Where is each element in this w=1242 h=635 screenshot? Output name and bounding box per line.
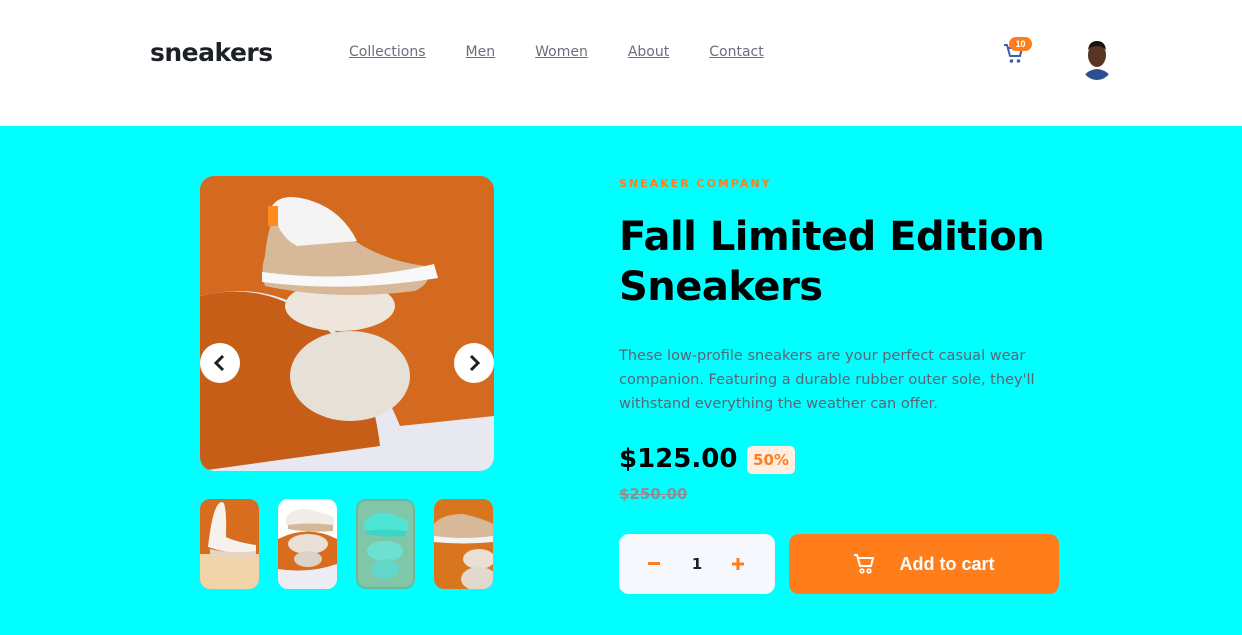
plus-icon: [732, 558, 744, 570]
increase-quantity-button[interactable]: [718, 534, 758, 594]
product-description: These low-profile sneakers are your perf…: [619, 348, 1035, 412]
discount-badge: 50%: [747, 446, 795, 474]
nav-collections[interactable]: Collections: [349, 44, 426, 60]
thumbnail-2[interactable]: [278, 499, 337, 589]
thumbnail-list: [200, 499, 493, 589]
thumbnail-1[interactable]: [200, 499, 259, 589]
main-nav: Collections Men Women About Contact: [349, 44, 764, 60]
minus-icon: [648, 562, 660, 565]
previous-image-button[interactable]: [200, 343, 240, 383]
quantity-value: 1: [691, 555, 703, 573]
logo[interactable]: sneakers: [150, 38, 273, 67]
decrease-quantity-button[interactable]: [634, 534, 674, 594]
product-main-image[interactable]: [200, 176, 494, 471]
avatar[interactable]: [1079, 36, 1115, 80]
cart-count-badge: 10: [1009, 37, 1032, 51]
chevron-left-icon: [213, 355, 225, 371]
chevron-right-icon: [469, 355, 481, 371]
next-image-button[interactable]: [454, 343, 494, 383]
company-name: SNEAKER COMPANY: [619, 177, 772, 190]
add-to-cart-label: Add to cart: [899, 553, 995, 574]
nav-about[interactable]: About: [628, 44, 669, 60]
product-section: SNEAKER COMPANY Fall Limited Edition Sne…: [0, 126, 1242, 635]
product-title: Fall Limited Edition Sneakers: [619, 214, 1045, 310]
original-price: $250.00: [619, 485, 688, 503]
nav-men[interactable]: Men: [466, 44, 496, 60]
current-price: $125.00: [619, 444, 738, 474]
quantity-stepper: 1: [619, 534, 775, 594]
site-header: sneakers Collections Men Women About Con…: [0, 0, 1242, 126]
thumbnail-4[interactable]: [434, 499, 493, 589]
thumbnail-3[interactable]: [356, 499, 415, 589]
nav-women[interactable]: Women: [535, 44, 588, 60]
add-to-cart-button[interactable]: Add to cart: [789, 534, 1059, 594]
nav-contact[interactable]: Contact: [709, 44, 763, 60]
cart-icon: [854, 554, 875, 574]
